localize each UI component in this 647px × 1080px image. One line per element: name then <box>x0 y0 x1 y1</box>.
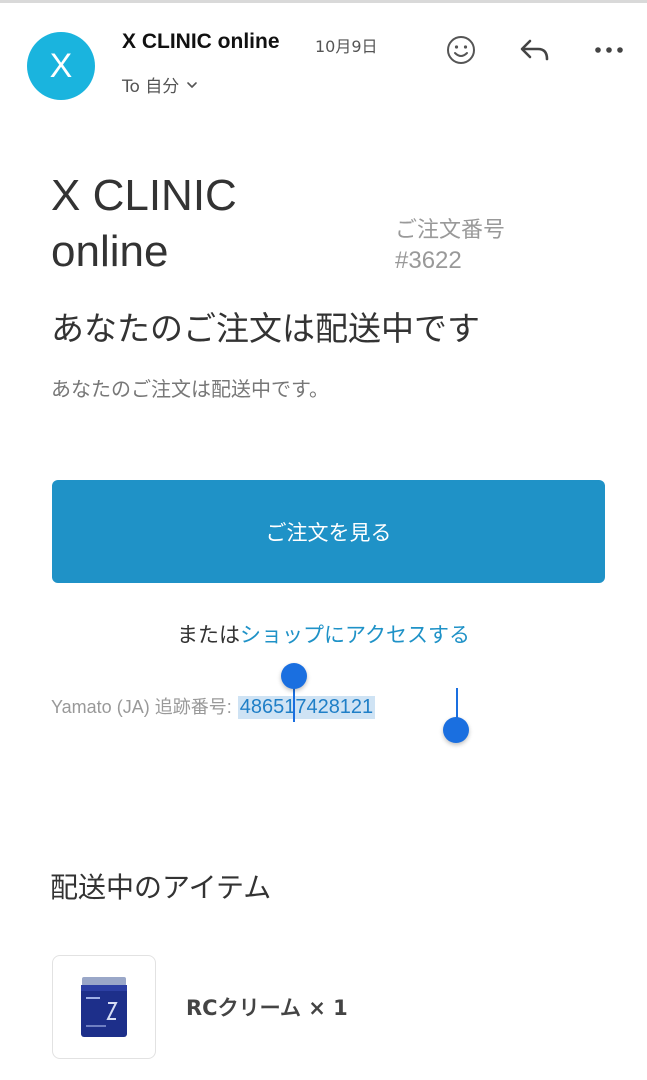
avatar-letter: X <box>49 46 73 85</box>
more-icon[interactable] <box>592 33 626 67</box>
status-heading: あなたのご注文は配送中です <box>51 309 480 348</box>
email-date: 10月9日 <box>315 37 378 56</box>
order-number: #3622 <box>395 247 462 274</box>
brand-line-2: online <box>51 227 169 276</box>
tracking-number[interactable]: 486517428121 <box>237 696 376 719</box>
status-subtext: あなたのご注文は配送中です。 <box>51 377 329 401</box>
reply-icon[interactable] <box>518 33 552 67</box>
shipping-items-title: 配送中のアイテム <box>50 871 272 904</box>
shop-link-line: またはショップにアクセスする <box>0 619 647 649</box>
visit-shop-link[interactable]: ショップにアクセスする <box>240 623 470 647</box>
tracking-line: Yamato (JA) 追跡番号: 486517428121 <box>51 693 376 719</box>
cream-jar-image <box>81 977 127 1037</box>
product-thumbnail[interactable] <box>52 955 156 1059</box>
chevron-down-icon <box>187 81 198 88</box>
view-order-label: ご注文を見る <box>265 520 392 545</box>
tracking-label: Yamato (JA) 追跡番号: <box>51 697 232 717</box>
brand-line-1: X CLINIC <box>51 171 237 220</box>
or-text: または <box>177 623 241 647</box>
recipient-toggle[interactable]: To 自分 <box>122 72 198 97</box>
recipient-label: To 自分 <box>122 77 180 97</box>
view-order-button[interactable]: ご注文を見る <box>52 480 605 583</box>
sender-avatar[interactable]: X <box>27 32 95 100</box>
sender-name[interactable]: X CLINIC online <box>122 30 280 54</box>
top-divider <box>0 0 647 3</box>
shop-brand: X CLINIC online <box>51 168 341 280</box>
selection-end-handle[interactable] <box>443 717 469 743</box>
selection-start-bar <box>293 684 295 722</box>
order-number-label: ご注文番号 <box>395 218 506 243</box>
smiley-icon[interactable] <box>444 33 478 67</box>
selection-start-handle[interactable] <box>281 663 307 689</box>
item-name[interactable]: RCクリーム × 1 <box>186 992 348 1022</box>
